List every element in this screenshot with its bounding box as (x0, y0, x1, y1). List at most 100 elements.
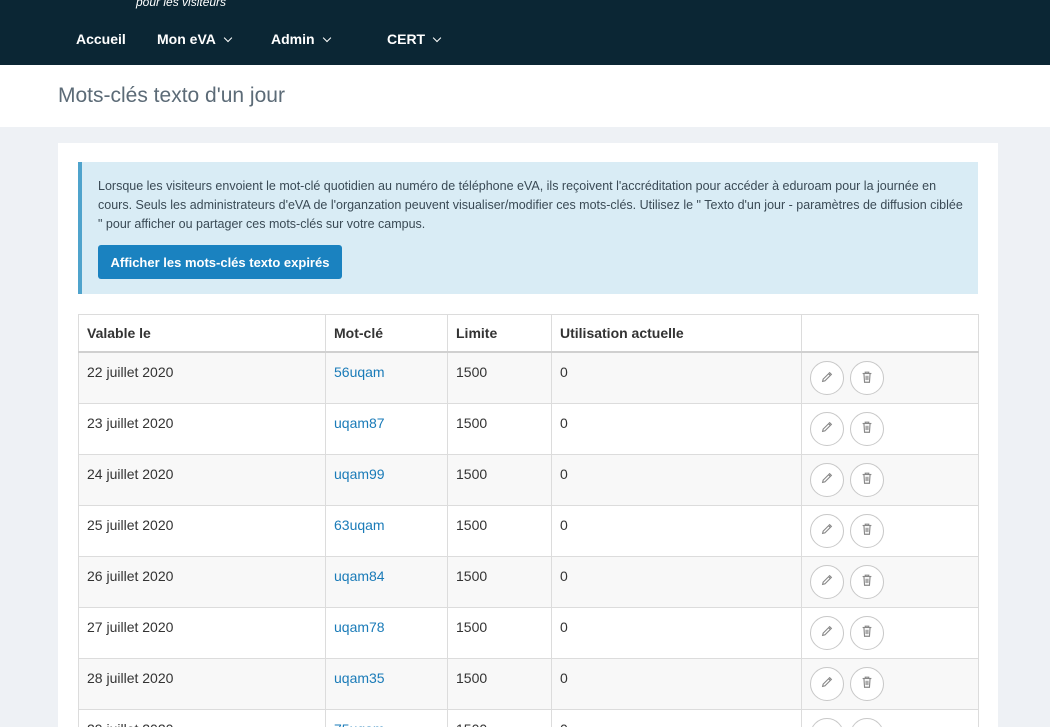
edit-button[interactable] (810, 717, 844, 727)
cell-current-usage: 0 (551, 351, 802, 404)
edit-button[interactable] (810, 666, 844, 701)
cell-actions (801, 708, 979, 727)
cell-limit: 1500 (447, 708, 552, 727)
table-row: 24 juillet 2020 uqam99 1500 0 (78, 453, 979, 506)
pencil-icon (820, 573, 834, 590)
pencil-icon (820, 370, 834, 387)
table-row: 22 juillet 2020 56uqam 1500 0 (78, 351, 979, 404)
trash-icon (860, 370, 874, 387)
keyword-link[interactable]: 75uqam (334, 721, 385, 727)
cell-limit: 1500 (447, 402, 552, 455)
title-bar: Mots-clés texto d'un jour (0, 65, 1050, 127)
nav-item-cert[interactable]: CERT (387, 31, 442, 47)
cell-valid-on: 26 juillet 2020 (78, 555, 326, 608)
cell-current-usage: 0 (551, 555, 802, 608)
top-navbar: pour les visiteurs Accueil Mon eVA Admin… (0, 0, 1050, 65)
delete-button[interactable] (850, 462, 884, 497)
trash-icon (860, 624, 874, 641)
table-body: 22 juillet 2020 56uqam 1500 0 23 juillet 202… (78, 351, 979, 727)
cell-valid-on: 23 juillet 2020 (78, 402, 326, 455)
delete-button[interactable] (850, 666, 884, 701)
content-panel: Lorsque les visiteurs envoient le mot-cl… (58, 143, 998, 727)
cell-actions (801, 351, 979, 404)
chevron-down-icon (322, 33, 331, 42)
cell-keyword: 63uqam (325, 504, 448, 557)
column-header-valid-on: Valable le (78, 314, 326, 353)
trash-icon (860, 522, 874, 539)
cell-valid-on: 24 juillet 2020 (78, 453, 326, 506)
table-header-row: Valable le Mot-clé Limite Utilisation ac… (78, 314, 979, 353)
cell-actions (801, 504, 979, 557)
cell-keyword: 75uqam (325, 708, 448, 727)
nav-item-label: CERT (387, 31, 426, 47)
trash-icon (860, 675, 874, 692)
column-header-current-usage: Utilisation actuelle (551, 314, 802, 353)
table-row: 25 juillet 2020 63uqam 1500 0 (78, 504, 979, 557)
chevron-down-icon (223, 33, 233, 42)
nav-item-mon-eva[interactable]: Mon eVA (157, 31, 271, 47)
pencil-icon (820, 522, 834, 539)
cell-keyword: uqam84 (325, 555, 448, 608)
main-nav: Accueil Mon eVA Admin CERT (76, 31, 442, 47)
edit-button[interactable] (810, 411, 844, 446)
edit-button[interactable] (810, 615, 844, 650)
nav-item-admin[interactable]: Admin (271, 31, 387, 47)
table-row: 23 juillet 2020 uqam87 1500 0 (78, 402, 979, 455)
edit-button[interactable] (810, 361, 844, 395)
delete-button[interactable] (850, 411, 884, 446)
edit-button[interactable] (810, 564, 844, 599)
pencil-icon (820, 624, 834, 641)
cell-keyword: uqam35 (325, 657, 448, 710)
edit-button[interactable] (810, 513, 844, 548)
keyword-link[interactable]: uqam78 (334, 619, 385, 635)
cell-actions (801, 453, 979, 506)
cell-limit: 1500 (447, 555, 552, 608)
delete-button[interactable] (850, 513, 884, 548)
cell-current-usage: 0 (551, 402, 802, 455)
cell-valid-on: 22 juillet 2020 (78, 351, 326, 404)
keyword-link[interactable]: uqam35 (334, 670, 385, 686)
keyword-link[interactable]: uqam84 (334, 568, 385, 584)
table-row: 27 juillet 2020 uqam78 1500 0 (78, 606, 979, 659)
table-row: 29 juillet 2020 75uqam 15000 (78, 708, 979, 727)
cell-current-usage: 0 (551, 657, 802, 710)
cell-valid-on: 27 juillet 2020 (78, 606, 326, 659)
delete-button[interactable] (850, 717, 884, 727)
cell-keyword: uqam78 (325, 606, 448, 659)
cell-actions (801, 657, 979, 710)
cell-actions (801, 606, 979, 659)
keyword-link[interactable]: uqam99 (334, 466, 385, 482)
pencil-icon (820, 471, 834, 488)
cell-keyword: uqam87 (325, 402, 448, 455)
show-expired-keywords-button[interactable]: Afficher les mots-clés texto expirés (98, 245, 342, 279)
cell-current-usage: 0 (551, 606, 802, 659)
cell-current-usage: 0 (551, 504, 802, 557)
cell-limit: 1500 (447, 453, 552, 506)
trash-icon (860, 420, 874, 437)
column-header-actions (801, 314, 979, 353)
delete-button[interactable] (850, 361, 884, 395)
pencil-icon (820, 420, 834, 437)
nav-item-accueil[interactable]: Accueil (76, 31, 157, 47)
column-header-limit: Limite (447, 314, 552, 353)
cell-limit: 1500 (447, 606, 552, 659)
cell-limit: 1500 (447, 657, 552, 710)
keyword-link[interactable]: uqam87 (334, 415, 385, 431)
cell-current-usage: 0 (551, 708, 802, 727)
cell-valid-on: 28 juillet 2020 (78, 657, 326, 710)
cell-valid-on: 29 juillet 2020 (78, 708, 326, 727)
keyword-link[interactable]: 63uqam (334, 517, 385, 533)
edit-button[interactable] (810, 462, 844, 497)
cell-actions (801, 555, 979, 608)
column-header-keyword: Mot-clé (325, 314, 448, 353)
delete-button[interactable] (850, 564, 884, 599)
keyword-link[interactable]: 56uqam (334, 364, 385, 380)
cell-keyword: uqam99 (325, 453, 448, 506)
table-row: 26 juillet 2020 uqam84 1500 0 (78, 555, 979, 608)
trash-icon (860, 471, 874, 488)
nav-item-label: Mon eVA (157, 31, 216, 47)
delete-button[interactable] (850, 615, 884, 650)
chevron-down-icon (432, 33, 442, 42)
nav-item-label: Accueil (76, 31, 126, 47)
cell-current-usage: 0 (551, 453, 802, 506)
